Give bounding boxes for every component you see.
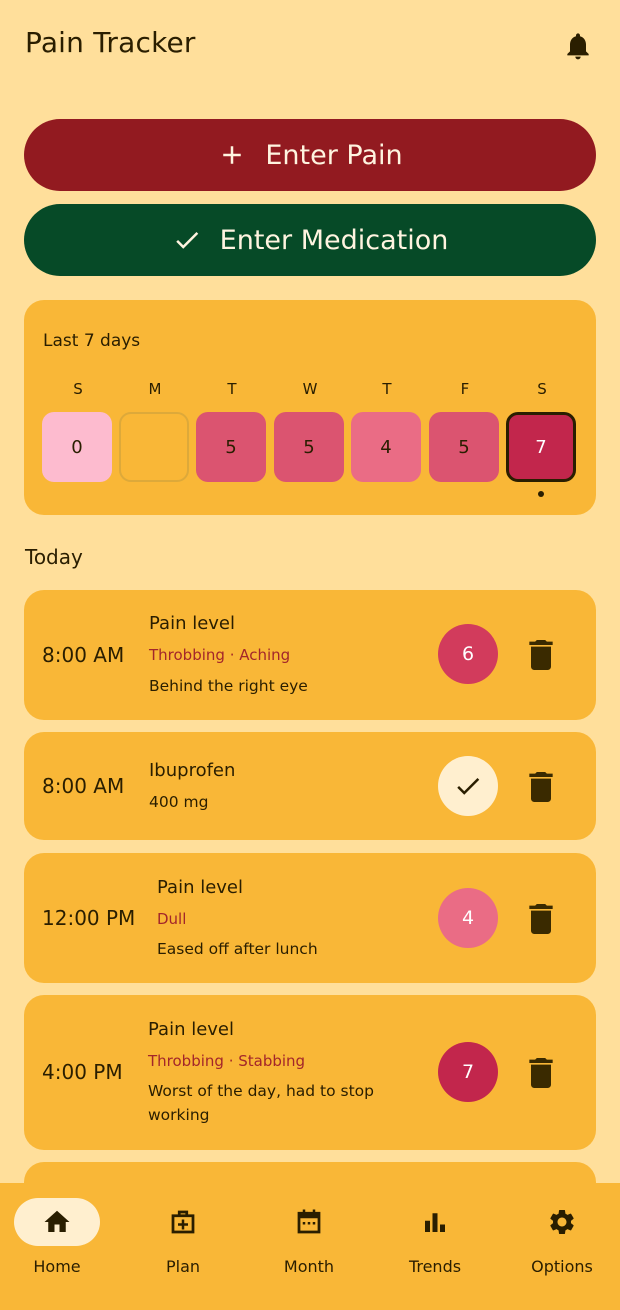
day-column: T 4 xyxy=(351,380,423,482)
nav-plan[interactable]: Plan xyxy=(126,1183,250,1310)
pain-entry-card[interactable]: 4:00 PM Pain level Throbbing · Stabbing … xyxy=(24,995,596,1150)
enter-medication-button[interactable]: Enter Medication xyxy=(24,204,596,276)
nav-label: Plan xyxy=(165,1257,201,1276)
delete-entry-button[interactable] xyxy=(528,1058,554,1088)
trash-icon xyxy=(529,640,553,670)
nav-month[interactable]: Month xyxy=(252,1183,376,1310)
day-pain-cell-today[interactable]: 7 xyxy=(506,412,576,482)
today-section-title: Today xyxy=(25,545,83,569)
enter-pain-button[interactable]: Enter Pain xyxy=(24,119,596,191)
day-column: M xyxy=(119,380,191,482)
gear-icon xyxy=(550,1210,574,1234)
entry-title: Pain level xyxy=(149,613,236,634)
day-pain-cell[interactable]: 5 xyxy=(429,412,499,482)
entry-title: Ibuprofen xyxy=(149,760,236,781)
entry-title: Pain level xyxy=(148,1019,235,1040)
today-indicator-dot xyxy=(538,491,544,497)
entry-title: Pain level xyxy=(157,877,244,898)
day-pain-cell[interactable]: 4 xyxy=(351,412,421,482)
day-letter: T xyxy=(227,380,237,398)
entry-note: Worst of the day, had to stop working xyxy=(148,1082,374,1124)
medication-entry-card[interactable]: 8:00 AM Ibuprofen 400 mg xyxy=(24,732,596,840)
pain-entry-card[interactable]: 12:00 PM Pain level Dull Eased off after… xyxy=(24,853,596,983)
last-7-days-card: Last 7 days S 0 M T 5 W 5 T 4 F 5 S 7 xyxy=(24,300,596,515)
entry-tags: Throbbing · Aching xyxy=(149,646,291,664)
entry-tags: Dull xyxy=(157,910,187,928)
enter-pain-label: Enter Pain xyxy=(265,139,403,171)
plus-icon xyxy=(223,146,242,164)
bell-icon[interactable] xyxy=(562,30,594,62)
day-letter: M xyxy=(148,380,162,398)
day-pain-cell[interactable] xyxy=(119,412,189,482)
day-letter: S xyxy=(537,380,547,398)
day-pain-cell[interactable]: 0 xyxy=(42,412,112,482)
delete-entry-button[interactable] xyxy=(528,640,554,670)
medication-taken-badge xyxy=(438,756,498,816)
entry-time: 4:00 PM xyxy=(42,1060,123,1084)
calendar-icon xyxy=(297,1209,321,1234)
app-title: Pain Tracker xyxy=(25,26,196,59)
entry-note: 400 mg xyxy=(149,793,209,811)
entry-tags: Throbbing · Stabbing xyxy=(148,1052,306,1070)
entry-note: Behind the right eye xyxy=(149,677,308,695)
entry-time: 8:00 AM xyxy=(42,774,125,798)
pain-level-badge: 6 xyxy=(438,624,498,684)
day-column: F 5 xyxy=(429,380,501,482)
pain-entry-card[interactable]: 8:00 AM Pain level Throbbing · Aching Be… xyxy=(24,590,596,720)
week-title: Last 7 days xyxy=(43,331,141,351)
nav-label: Options xyxy=(531,1257,593,1276)
trash-icon xyxy=(529,772,553,802)
pain-level-badge: 4 xyxy=(438,888,498,948)
day-column: T 5 xyxy=(196,380,268,482)
day-letter: F xyxy=(460,380,470,398)
entry-note: Eased off after lunch xyxy=(157,940,318,958)
day-letter: T xyxy=(382,380,392,398)
nav-trends[interactable]: Trends xyxy=(378,1183,502,1310)
delete-entry-button[interactable] xyxy=(528,772,554,802)
day-pain-cell[interactable]: 5 xyxy=(274,412,344,482)
nav-label: Month xyxy=(283,1257,335,1276)
medical-kit-icon xyxy=(171,1210,195,1234)
check-icon xyxy=(457,777,480,795)
nav-options[interactable]: Options xyxy=(505,1183,620,1310)
delete-entry-button[interactable] xyxy=(528,904,554,934)
bottom-navigation: Home Plan Month Trends Options xyxy=(0,1183,620,1310)
nav-label: Home xyxy=(33,1257,81,1276)
entry-time: 8:00 AM xyxy=(42,643,125,667)
bar-chart-icon xyxy=(425,1213,445,1232)
day-pain-cell[interactable]: 5 xyxy=(196,412,266,482)
day-column: S 7 xyxy=(506,380,578,497)
day-column: S 0 xyxy=(42,380,114,482)
trash-icon xyxy=(529,904,553,934)
home-icon xyxy=(44,1210,70,1232)
check-icon xyxy=(175,231,198,249)
trash-icon xyxy=(529,1058,553,1088)
day-letter: W xyxy=(302,380,318,398)
day-letter: S xyxy=(73,380,83,398)
day-column: W 5 xyxy=(274,380,346,482)
pain-level-badge: 7 xyxy=(438,1042,498,1102)
nav-home[interactable]: Home xyxy=(0,1183,124,1310)
entry-time: 12:00 PM xyxy=(42,906,136,930)
app-bar: Pain Tracker xyxy=(0,0,620,92)
enter-medication-label: Enter Medication xyxy=(219,224,449,256)
nav-label: Trends xyxy=(408,1257,462,1276)
